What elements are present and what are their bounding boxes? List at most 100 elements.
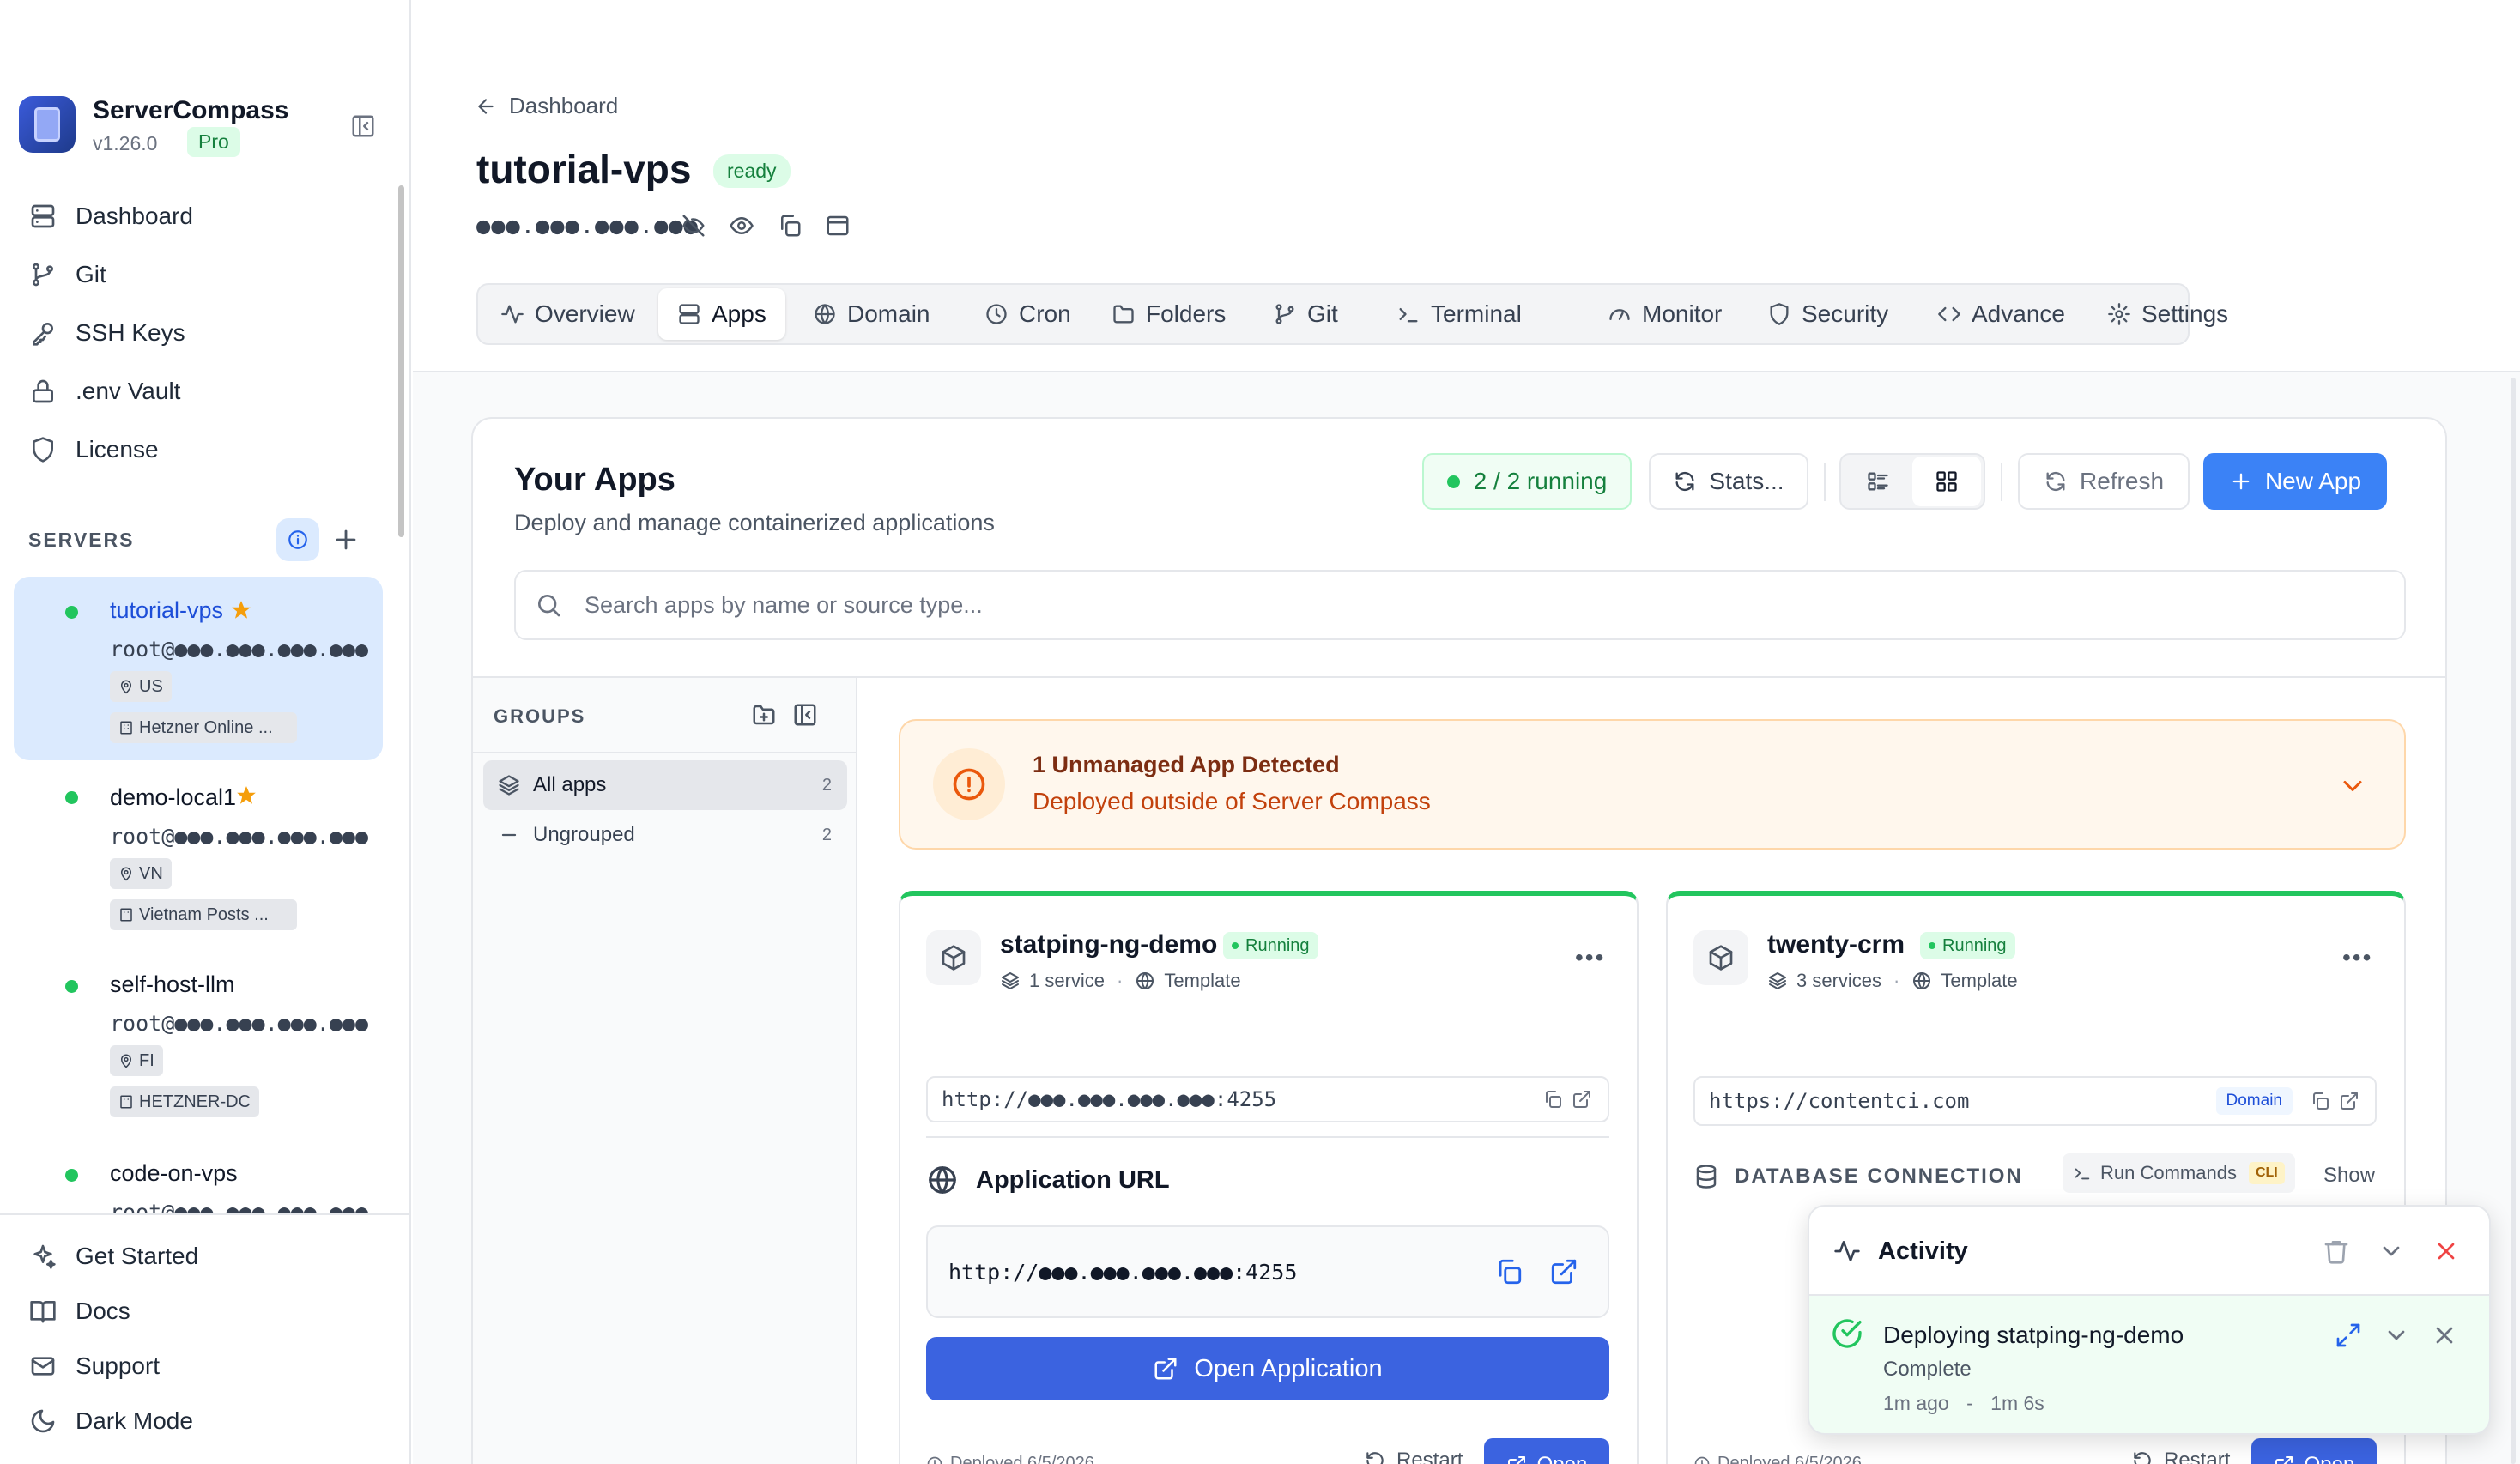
server-item-code-on-vps[interactable]: code-on-vps root@●●●.●●●.●●●.●●● xyxy=(14,1141,383,1213)
external-link-icon[interactable] xyxy=(2339,1091,2359,1111)
copy-icon[interactable] xyxy=(777,213,803,239)
external-link-icon[interactable] xyxy=(1549,1257,1578,1286)
restart-button[interactable]: Restart xyxy=(1364,1449,1463,1464)
sidebar-footer: Get Started Docs Support Dark Mode xyxy=(0,1213,409,1464)
refresh-button[interactable]: Refresh xyxy=(2018,453,2190,510)
more-menu-icon[interactable]: ••• xyxy=(1575,944,1605,971)
folder-plus-icon[interactable] xyxy=(751,702,777,728)
external-link-icon[interactable] xyxy=(1572,1089,1592,1110)
app-url[interactable]: https://contentci.com xyxy=(1709,1089,1969,1113)
building-icon xyxy=(120,908,132,922)
main-scrollbar[interactable] xyxy=(2511,378,2516,1464)
building-icon xyxy=(120,721,132,735)
tab-terminal[interactable]: Terminal xyxy=(1396,288,1522,340)
app-name[interactable]: statping-ng-demo xyxy=(1000,930,1217,959)
chevron-down-icon[interactable] xyxy=(2383,1322,2410,1349)
run-commands-button[interactable]: Run Commands CLI xyxy=(2063,1153,2295,1193)
copy-icon[interactable] xyxy=(1542,1089,1563,1110)
more-menu-icon[interactable]: ••• xyxy=(2342,944,2372,971)
services-count: 1 service xyxy=(1029,970,1106,991)
server-item-self-host-llm[interactable]: self-host-llm root@●●●.●●●.●●●.●●● FI HE… xyxy=(14,953,383,1133)
window-icon[interactable] xyxy=(825,213,851,239)
new-app-button[interactable]: New App xyxy=(2203,453,2387,510)
tab-overview[interactable]: Overview xyxy=(500,288,635,340)
nav-env-vault[interactable]: .env Vault xyxy=(29,374,180,408)
app-status-badge: Running xyxy=(1920,932,2015,959)
stats-button[interactable]: Stats... xyxy=(1649,453,1808,510)
database-icon xyxy=(1696,1165,1717,1189)
group-label: Ungrouped xyxy=(533,823,635,846)
nav-license[interactable]: License xyxy=(29,433,159,467)
tab-monitor[interactable]: Monitor xyxy=(1608,288,1722,340)
eye-off-icon[interactable] xyxy=(681,213,706,239)
terminal-icon xyxy=(2075,1168,2090,1180)
restart-label: Restart xyxy=(1396,1449,1463,1464)
region-tag: VN xyxy=(110,858,172,889)
nav-get-started[interactable]: Get Started xyxy=(29,1239,198,1273)
clock-icon xyxy=(1694,1456,1710,1464)
provider-tag: Hetzner Online ... xyxy=(110,712,297,743)
restart-button[interactable]: Restart xyxy=(2131,1449,2230,1464)
server-name: demo-local1 xyxy=(110,784,237,810)
unmanaged-alert[interactable]: 1 Unmanaged App Detected Deployed outsid… xyxy=(899,719,2406,850)
application-url[interactable]: http://●●●.●●●.●●●.●●●:4255 xyxy=(948,1260,1297,1285)
nav-docs[interactable]: Docs xyxy=(29,1294,130,1328)
group-all-apps[interactable]: All apps 2 xyxy=(483,760,847,810)
tab-folders[interactable]: Folders xyxy=(1112,288,1226,340)
alert-circle-icon xyxy=(933,748,1005,820)
search-input[interactable] xyxy=(585,591,2129,619)
chevron-down-icon[interactable] xyxy=(2378,1237,2405,1265)
nav-git[interactable]: Git xyxy=(29,257,106,292)
server-name: tutorial-vps xyxy=(110,597,224,623)
server-item-demo-local1[interactable]: demo-local1 root@●●●.●●●.●●●.●●● VN Viet… xyxy=(14,765,383,946)
tab-domain[interactable]: Domain xyxy=(813,288,930,340)
nav-label: Docs xyxy=(76,1298,130,1324)
nav-ssh-keys[interactable]: SSH Keys xyxy=(29,316,185,350)
chevron-down-icon[interactable] xyxy=(2337,771,2368,802)
status-dot xyxy=(65,980,78,993)
app-url[interactable]: http://●●●.●●●.●●●.●●●:4255 xyxy=(942,1087,1276,1111)
tab-label: Cron xyxy=(1019,300,1071,327)
app-name[interactable]: twenty-crm xyxy=(1767,930,1905,959)
nav-label: .env Vault xyxy=(76,378,181,404)
copy-icon[interactable] xyxy=(2310,1091,2330,1111)
status-dot xyxy=(65,1169,78,1182)
open-application-button[interactable]: Open Application xyxy=(926,1337,1609,1400)
card-divider xyxy=(473,676,2445,678)
nav-support[interactable]: Support xyxy=(29,1349,160,1383)
nav-dark-mode[interactable]: Dark Mode xyxy=(29,1404,193,1438)
star-icon[interactable] xyxy=(235,784,257,807)
star-icon[interactable] xyxy=(230,599,252,621)
open-button[interactable]: Open xyxy=(2251,1438,2377,1464)
expand-icon[interactable] xyxy=(2335,1322,2362,1349)
tab-apps[interactable]: Apps xyxy=(658,288,785,340)
grid-view-icon[interactable] xyxy=(1912,457,1981,506)
list-view-icon[interactable] xyxy=(1844,457,1912,506)
activity-icon xyxy=(501,305,524,324)
close-icon[interactable] xyxy=(2431,1322,2458,1349)
group-ungrouped[interactable]: Ungrouped 2 xyxy=(483,810,847,860)
back-link[interactable]: Dashboard xyxy=(475,93,618,119)
tab-git[interactable]: Git xyxy=(1273,288,1338,340)
tab-settings[interactable]: Settings xyxy=(2107,288,2228,340)
tab-cron[interactable]: Cron xyxy=(984,288,1071,340)
trash-icon[interactable] xyxy=(2323,1237,2350,1265)
tab-label: Domain xyxy=(847,300,930,327)
open-button[interactable]: Open xyxy=(1484,1438,1609,1464)
info-icon[interactable] xyxy=(276,518,319,561)
toolbar-divider xyxy=(2001,463,2002,501)
nav-dashboard[interactable]: Dashboard xyxy=(29,199,193,233)
collapse-panel-icon[interactable] xyxy=(792,702,818,728)
tab-advance[interactable]: Advance xyxy=(1937,288,2065,340)
add-server-icon[interactable] xyxy=(331,525,360,554)
copy-icon[interactable] xyxy=(1494,1257,1524,1286)
show-button[interactable]: Show xyxy=(2323,1164,2375,1188)
eye-icon[interactable] xyxy=(729,213,754,239)
sidebar-scrollbar[interactable] xyxy=(398,185,404,537)
close-icon[interactable] xyxy=(2432,1237,2460,1265)
server-item-tutorial-vps[interactable]: tutorial-vps root@●●●.●●●.●●●.●●● US Het… xyxy=(14,577,383,760)
tab-label: Git xyxy=(1307,300,1338,327)
lock-icon xyxy=(33,379,53,403)
tab-security[interactable]: Security xyxy=(1767,288,1888,340)
collapse-sidebar-icon[interactable] xyxy=(350,113,376,139)
